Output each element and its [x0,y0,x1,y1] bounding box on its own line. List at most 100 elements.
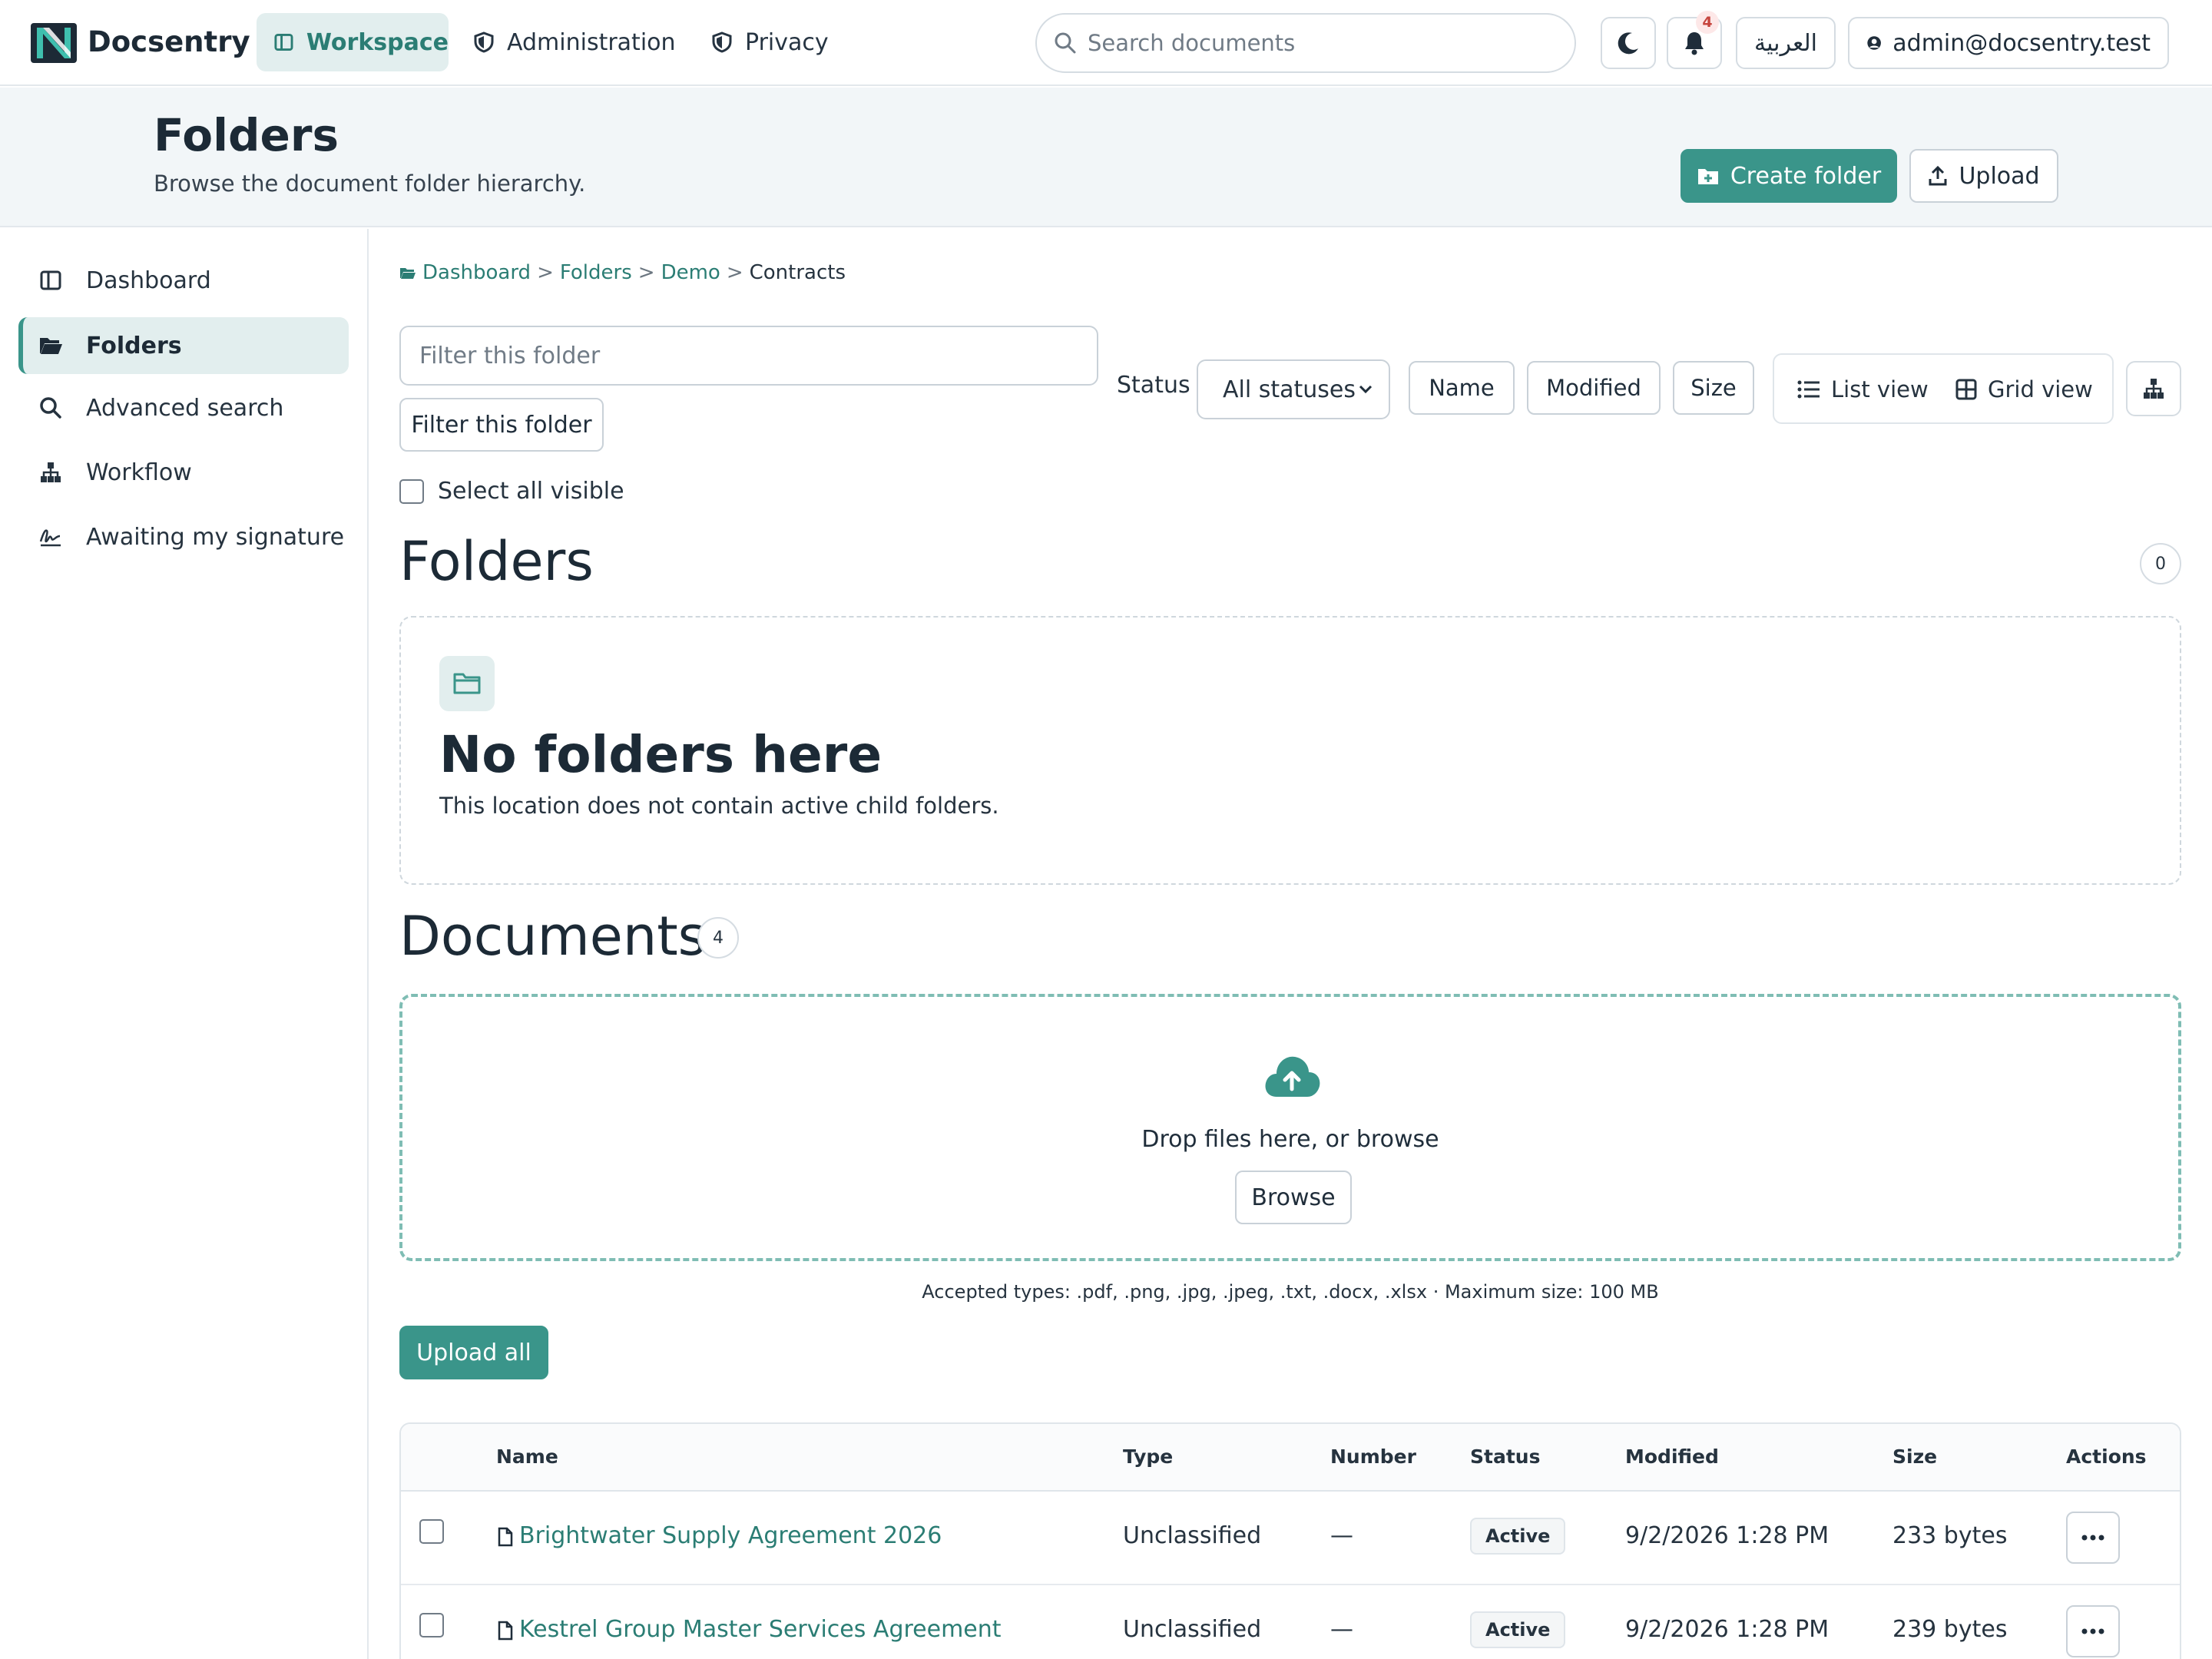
row-actions-button[interactable] [2066,1605,2120,1657]
brand-name[interactable]: Docsentry [88,22,250,63]
document-size: 233 bytes [1892,1522,2008,1549]
nav-tab-privacy[interactable]: Privacy [708,13,846,71]
search-icon [40,397,61,419]
row-checkbox[interactable] [419,1613,444,1637]
column-header-status[interactable]: Status [1470,1445,1540,1468]
nav-tab-label: Workspace [306,28,449,56]
file-icon [498,1621,513,1640]
sidebar-item-label: Dashboard [86,267,211,294]
breadcrumb-current: Contracts [749,261,846,284]
tree-view-button[interactable] [2126,361,2181,416]
document-link[interactable]: Kestrel Group Master Services Agreement [496,1616,1002,1643]
layout-icon [40,270,61,290]
documents-table: Name Type Number Status Modified Size Ac… [399,1422,2181,1659]
upload-button[interactable]: Upload [1909,149,2058,203]
file-dropzone[interactable]: Drop files here, or browse Browse [399,994,2181,1261]
list-view-label: List view [1831,376,1929,402]
file-icon [498,1527,513,1546]
grid-view-label: Grid view [1988,376,2093,402]
breadcrumb-separator: > [637,261,655,284]
nav-tab-administration[interactable]: Administration [469,13,684,71]
list-view-button[interactable]: List view [1797,366,1929,413]
column-header-size[interactable]: Size [1892,1445,1937,1468]
sitemap-icon [2144,379,2164,399]
sidebar-item-advanced-search[interactable]: Advanced search [18,379,349,436]
user-email: admin@docsentry.test [1892,29,2151,57]
sidebar-item-dashboard[interactable]: Dashboard [18,252,349,309]
notification-count-badge: 4 [1696,11,1719,34]
docsentry-logo-icon[interactable] [29,22,78,65]
nav-tab-workspace[interactable]: Workspace [257,13,449,71]
upload-label: Upload [1959,162,2040,190]
status-select-value: All statuses [1223,376,1356,403]
document-size: 239 bytes [1892,1616,2008,1643]
table-row: Brightwater Supply Agreement 2026 Unclas… [401,1492,2180,1585]
sitemap-icon [41,462,61,482]
sidebar-item-label: Awaiting my signature [86,523,345,551]
folders-count-badge: 0 [2140,543,2181,584]
folder-filter-input[interactable] [399,326,1098,386]
column-header-number[interactable]: Number [1330,1445,1416,1468]
search-input[interactable] [1088,30,1548,56]
sort-modified-button[interactable]: Modified [1527,361,1661,415]
document-link[interactable]: Brightwater Supply Agreement 2026 [496,1522,942,1549]
shield-icon [474,31,494,53]
sort-name-button[interactable]: Name [1409,361,1515,415]
table-row: Kestrel Group Master Services Agreement … [401,1585,2180,1659]
document-name: Brightwater Supply Agreement 2026 [519,1522,942,1549]
folder-open-icon [400,268,416,279]
grid-view-button[interactable]: Grid view [1955,366,2093,413]
document-number: — [1330,1522,1353,1549]
row-actions-button[interactable] [2066,1512,2120,1564]
select-all-label: Select all visible [438,478,624,505]
theme-toggle-button[interactable] [1601,17,1656,69]
upload-all-button[interactable]: Upload all [399,1326,548,1379]
accepted-types-note: Accepted types: .pdf, .png, .jpg, .jpeg,… [922,1281,1659,1303]
page-subtitle: Browse the document folder hierarchy. [154,171,586,197]
search-icon [1055,32,1076,54]
filter-folder-button[interactable]: Filter this folder [399,398,604,452]
sidebar-item-folders[interactable]: Folders [18,317,349,374]
folder-plus-icon [1697,169,1718,184]
empty-state-title: No folders here [439,725,882,784]
more-horizontal-icon [2081,1628,2104,1634]
nav-tab-label: Privacy [745,28,829,56]
empty-state-text: This location does not contain active ch… [439,793,999,819]
column-header-modified[interactable]: Modified [1625,1445,1719,1468]
sidebar-item-workflow[interactable]: Workflow [18,444,349,501]
column-header-type[interactable]: Type [1123,1445,1173,1468]
select-all-checkbox[interactable] [399,478,424,504]
create-folder-label: Create folder [1730,162,1882,190]
sidebar-item-label: Advanced search [86,394,284,422]
bell-icon [1685,32,1704,55]
list-icon [1797,380,1820,399]
user-circle-icon [1867,36,1881,50]
status-select[interactable]: All statuses [1197,359,1390,419]
column-header-name[interactable]: Name [496,1445,558,1468]
folder-icon [439,656,495,711]
page-title: Folders [154,109,339,161]
select-all-row: Select all visible [399,478,624,505]
create-folder-button[interactable]: Create folder [1681,149,1897,203]
moon-icon [1618,32,1638,55]
status-badge: Active [1470,1518,1566,1555]
sidebar-item-label: Folders [86,332,182,359]
sort-size-button[interactable]: Size [1673,361,1754,415]
dropzone-text: Drop files here, or browse [1141,1126,1439,1153]
documents-section-title: Documents [399,905,707,968]
browse-button[interactable]: Browse [1235,1171,1352,1224]
more-horizontal-icon [2081,1535,2104,1541]
row-checkbox[interactable] [419,1519,444,1544]
sidebar-item-awaiting-signature[interactable]: Awaiting my signature [18,508,349,565]
breadcrumb-link-folders[interactable]: Folders [560,261,632,284]
breadcrumb-link-dashboard[interactable]: Dashboard [422,261,531,284]
search-box[interactable] [1035,13,1576,73]
nav-tab-label: Administration [507,28,676,56]
shield-half-icon [712,31,732,53]
breadcrumb-separator: > [726,261,743,284]
user-menu-button[interactable]: admin@docsentry.test [1848,17,2169,69]
breadcrumb-link-demo[interactable]: Demo [661,261,720,284]
language-switch-button[interactable]: العربية [1736,17,1836,69]
breadcrumb: Dashboard > Folders > Demo > Contracts [399,261,846,284]
folders-section-title: Folders [399,530,594,593]
